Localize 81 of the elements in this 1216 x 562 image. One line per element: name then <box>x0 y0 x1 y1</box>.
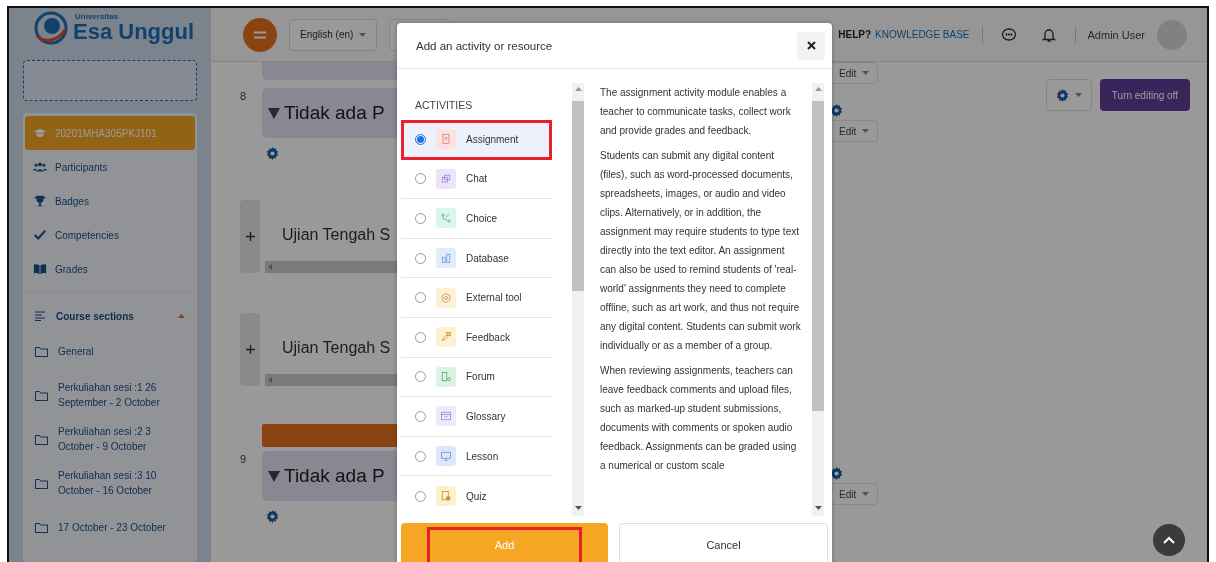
activity-option[interactable]: Chat <box>401 159 552 200</box>
caret-icon <box>862 71 870 75</box>
scrollbar[interactable] <box>572 83 584 516</box>
activity-option[interactable]: Lesson <box>401 436 552 477</box>
edit-dropdown[interactable]: Edit <box>830 120 879 142</box>
caret-icon <box>862 492 870 496</box>
description-paragraph: Students can submit any digital content (files), such as word-processed documents, spreadsheets, images, or audio and video clips. Alternatively, or in addition, the assignment may require students to type text directly into the text editor. An assignment can also be used to remind students of 'real-world' assignments they need to complete offline, such as art work, and thus not require any digital content. Students can submit work individually or as a member of a group. <box>600 149 802 353</box>
activity-option[interactable]: Database <box>401 238 552 279</box>
folder-icon <box>35 433 48 445</box>
scroll-to-top-button[interactable] <box>1153 524 1185 556</box>
nav-item[interactable]: Competencies <box>25 218 195 252</box>
caret-icon <box>359 32 367 37</box>
section-link[interactable]: Perkuliahan sesi :3 10 October - 16 October <box>25 465 195 501</box>
folder-icon <box>35 477 48 489</box>
edit-dropdown[interactable]: Edit <box>830 62 879 84</box>
course-sections-toggle[interactable]: Course sections <box>25 299 195 333</box>
user-name[interactable]: Admin User <box>1087 28 1145 41</box>
section-title[interactable]: Tidak ada P <box>284 102 385 124</box>
scroll-down-arrow-icon[interactable] <box>574 506 582 510</box>
section-number: 8 <box>240 89 248 104</box>
move-handle[interactable] <box>240 200 260 273</box>
nav-item[interactable]: Grades <box>25 252 195 286</box>
scroll-left-arrow-icon[interactable] <box>268 377 274 383</box>
caret-icon <box>1074 93 1082 97</box>
folder-icon <box>35 521 48 533</box>
activity-option[interactable]: Glossary <box>401 397 552 437</box>
section-link[interactable]: 17 October - 23 October <box>25 509 195 545</box>
edit-dropdown[interactable]: Edit <box>830 483 879 505</box>
section-number: 9 <box>240 452 248 467</box>
activity-option[interactable]: Quiz <box>401 476 552 516</box>
book-icon <box>33 262 47 276</box>
activity-option[interactable]: Assignment <box>401 120 552 160</box>
chat-bubble-icon[interactable] <box>1000 26 1017 43</box>
settings-dropdown[interactable] <box>1045 79 1092 111</box>
section-link[interactable]: General <box>25 333 195 369</box>
activity-option[interactable]: Choice <box>401 199 552 239</box>
checkmark-icon <box>33 228 47 242</box>
users-icon <box>33 160 47 174</box>
knowledge-base-link[interactable]: KNOWLEDGE BASE <box>875 29 970 40</box>
caret-icon <box>862 129 870 133</box>
nav-item[interactable]: Badges <box>25 184 195 218</box>
activity-option[interactable]: External tool <box>401 278 552 318</box>
move-icon <box>245 345 255 354</box>
menu-icon <box>254 30 266 39</box>
logo-icon <box>33 10 69 47</box>
activity-option[interactable]: Feedback <box>401 317 552 358</box>
caret-icon <box>178 314 185 318</box>
move-icon <box>245 232 255 241</box>
activity-option[interactable]: Forum <box>401 357 552 398</box>
folder-icon <box>35 389 48 401</box>
turn-editing-off-button[interactable]: Turn editing off <box>1099 79 1190 111</box>
bell-icon[interactable] <box>1040 26 1057 43</box>
chevron-up-icon <box>1163 536 1175 544</box>
scroll-down-arrow-icon[interactable] <box>814 506 822 510</box>
nav-item[interactable]: Participants <box>25 150 195 184</box>
language-dropdown[interactable]: English (en) <box>289 18 378 51</box>
section-link[interactable]: Perkuliahan sesi :1 26 September - 2 October <box>25 377 195 413</box>
description-paragraph: When reviewing assignments, teachers can leave feedback comments and upload files, such as marked-up student submissions, documents with comments or spoken audio feedback. Assignments can be graded using a numerical or custom scale <box>600 364 798 473</box>
graduation-cap-icon <box>33 126 47 140</box>
logo-caption: Universitas <box>75 13 119 22</box>
triangle-down-icon <box>268 107 280 119</box>
menu-button[interactable] <box>243 17 277 52</box>
description-paragraph: The assignment activity module enables a teacher to communicate tasks, collect work and provide grades and feedback. <box>600 86 792 138</box>
modal-title: Add an activity or resource <box>416 39 553 52</box>
scroll-left-arrow-icon[interactable] <box>268 264 274 270</box>
close-icon <box>806 41 816 50</box>
list-icon <box>35 311 46 321</box>
trophy-icon <box>33 194 47 208</box>
scrollbar[interactable] <box>812 83 824 516</box>
section-title[interactable]: Tidak ada P <box>284 465 385 487</box>
folder-icon <box>35 345 48 357</box>
move-handle[interactable] <box>240 313 260 386</box>
triangle-down-icon <box>268 470 280 482</box>
close-button[interactable] <box>797 31 825 60</box>
cancel-button[interactable]: Cancel <box>619 523 828 562</box>
scroll-up-arrow-icon[interactable] <box>814 87 822 91</box>
category-heading: ACTIVITIES <box>414 98 474 113</box>
help-label: HELP? <box>838 29 872 40</box>
scroll-up-arrow-icon[interactable] <box>574 87 582 91</box>
logo-wordmark: Esa Unggul <box>73 21 194 44</box>
section-link[interactable]: Perkuliahan sesi :2 3 October - 9 October <box>25 421 195 457</box>
